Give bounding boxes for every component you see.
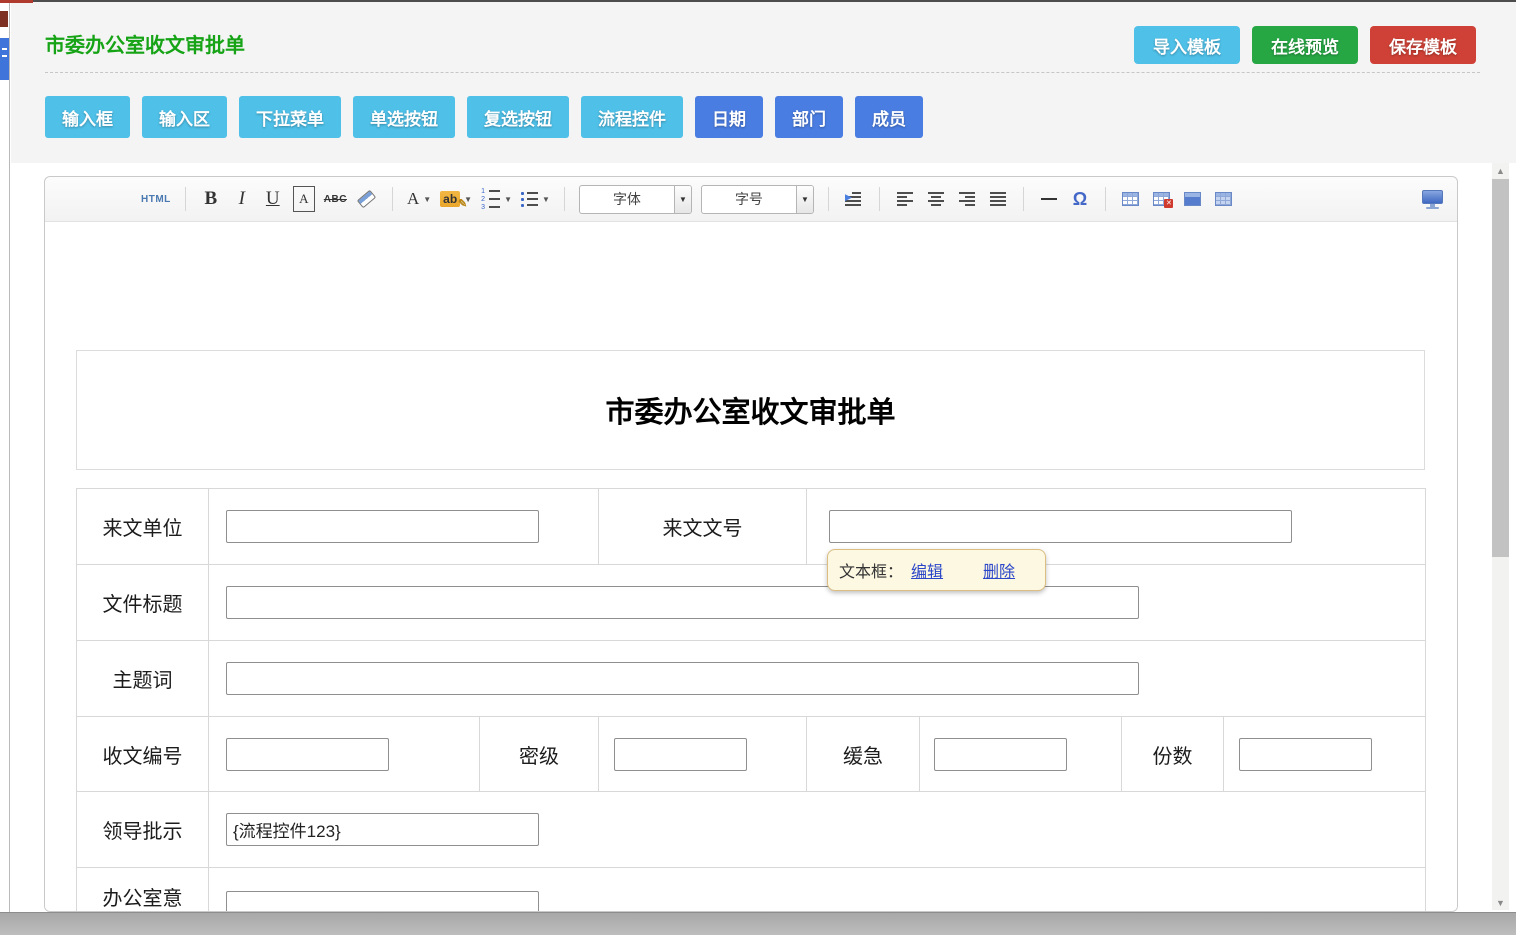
font-family-value: 字体 <box>580 186 674 213</box>
source-unit-label: 来文单位 <box>77 489 209 565</box>
online-preview-button[interactable]: 在线预览 <box>1252 26 1358 64</box>
table-properties-icon[interactable] <box>1182 186 1204 212</box>
page-title: 市委办公室收文审批单 <box>45 29 245 58</box>
strikethrough-icon[interactable]: ABC <box>324 186 347 212</box>
table-row: 领导批示 <box>77 792 1426 868</box>
scroll-down-icon[interactable]: ▼ <box>1492 895 1509 910</box>
vertical-scrollbar[interactable]: ▲ ▼ <box>1492 163 1509 910</box>
urgency-label: 缓急 <box>807 717 920 792</box>
eraser-icon[interactable] <box>356 186 378 212</box>
leader-instructions-input[interactable] <box>226 813 539 846</box>
control-input-area-button[interactable]: 输入区 <box>142 96 227 138</box>
page: 市委办公室收文审批单 导入模板 在线预览 保存模板 输入框 输入区 下拉菜单 单… <box>0 0 1516 935</box>
window-top-edge <box>0 0 1516 2</box>
control-date-button[interactable]: 日期 <box>695 96 763 138</box>
edit-field-link[interactable]: 编辑 <box>911 558 943 582</box>
control-dropdown-button[interactable]: 下拉菜单 <box>239 96 341 138</box>
toolbar-separator <box>564 187 565 211</box>
copies-input[interactable] <box>1239 738 1372 771</box>
subject-words-input[interactable] <box>226 662 1139 695</box>
control-member-button[interactable]: 成员 <box>855 96 923 138</box>
control-radio-button[interactable]: 单选按钮 <box>353 96 455 138</box>
field-tooltip: 文本框： 编辑 删除 <box>827 549 1046 591</box>
import-template-button[interactable]: 导入模板 <box>1134 26 1240 64</box>
background-fragment-blue <box>0 38 9 80</box>
delete-table-icon[interactable] <box>1151 186 1173 212</box>
source-number-label: 来文文号 <box>599 489 807 565</box>
secrecy-input[interactable] <box>614 738 747 771</box>
bold-icon[interactable]: B <box>200 186 222 212</box>
scroll-up-icon[interactable]: ▲ <box>1492 163 1509 178</box>
horizontal-rule-icon[interactable] <box>1038 186 1060 212</box>
rich-text-editor: HTML B I U A ABC A▼ ab✎▼ 1 2 3 ▼ <box>44 176 1458 912</box>
office-opinion-label: 办公室意 <box>77 868 209 913</box>
toolbar-separator <box>828 187 829 211</box>
dashed-separator <box>45 72 1480 73</box>
bottom-window-edge <box>0 912 1516 935</box>
chevron-down-icon[interactable]: ▼ <box>674 186 691 213</box>
file-title-label: 文件标题 <box>77 565 209 641</box>
control-checkbox-button[interactable]: 复选按钮 <box>467 96 569 138</box>
tooltip-prefix: 文本框： <box>839 558 903 582</box>
html-source-icon[interactable]: HTML <box>141 186 171 212</box>
document-title-box: 市委办公室收文审批单 <box>76 350 1425 470</box>
receipt-no-label: 收文编号 <box>77 717 209 792</box>
italic-icon[interactable]: I <box>231 186 253 212</box>
receipt-no-input[interactable] <box>226 738 389 771</box>
table-row: 办公室意 <box>77 868 1426 913</box>
toolbar-separator <box>1105 187 1106 211</box>
source-unit-input[interactable] <box>226 510 539 543</box>
secrecy-label: 密级 <box>480 717 599 792</box>
font-color-icon[interactable]: A▼ <box>407 186 431 212</box>
toolbar-separator <box>1023 187 1024 211</box>
editor-toolbar: HTML B I U A ABC A▼ ab✎▼ 1 2 3 ▼ <box>45 177 1457 222</box>
inline-style-icon[interactable]: A <box>293 186 315 212</box>
copies-label: 份数 <box>1122 717 1224 792</box>
table-row: 主题词 <box>77 641 1426 717</box>
cell-properties-icon[interactable] <box>1213 186 1235 212</box>
delete-field-link[interactable]: 删除 <box>983 558 1015 582</box>
indent-icon[interactable]: ▶ <box>843 186 865 212</box>
special-character-icon[interactable]: Ω <box>1069 186 1091 212</box>
editor-content[interactable]: 市委办公室收文审批单 来文单位 来文文号 文件标题 主 <box>45 222 1457 912</box>
control-palette: 输入框 输入区 下拉菜单 单选按钮 复选按钮 流程控件 日期 部门 成员 <box>45 96 923 138</box>
document-title: 市委办公室收文审批单 <box>605 389 895 431</box>
left-background-sliver <box>0 0 10 935</box>
subject-words-label: 主题词 <box>77 641 209 717</box>
control-department-button[interactable]: 部门 <box>775 96 843 138</box>
align-center-icon[interactable] <box>925 186 947 212</box>
insert-table-icon[interactable] <box>1120 186 1142 212</box>
header-panel: 市委办公室收文审批单 导入模板 在线预览 保存模板 输入框 输入区 下拉菜单 单… <box>11 2 1516 163</box>
font-size-select[interactable]: 字号 ▼ <box>701 185 814 214</box>
window-top-edge-accent <box>0 0 33 3</box>
toolbar-separator <box>392 187 393 211</box>
toolbar-separator <box>185 187 186 211</box>
table-row: 来文单位 来文文号 <box>77 489 1426 565</box>
template-actions: 导入模板 在线预览 保存模板 <box>1134 26 1476 64</box>
unordered-list-icon[interactable]: ▼ <box>521 186 550 212</box>
highlight-icon[interactable]: ab✎▼ <box>440 186 472 212</box>
save-template-button[interactable]: 保存模板 <box>1370 26 1476 64</box>
ordered-list-icon[interactable]: 1 2 3 ▼ <box>481 186 512 212</box>
underline-icon[interactable]: U <box>262 186 284 212</box>
control-flow-widget-button[interactable]: 流程控件 <box>581 96 683 138</box>
table-row: 收文编号 密级 缓急 份数 <box>77 717 1426 792</box>
align-left-icon[interactable] <box>894 186 916 212</box>
form-table: 来文单位 来文文号 文件标题 主题词 收文编号 密级 <box>76 488 1426 912</box>
font-family-select[interactable]: 字体 ▼ <box>579 185 692 214</box>
toolbar-separator <box>879 187 880 211</box>
leader-instructions-label: 领导批示 <box>77 792 209 868</box>
scrollbar-thumb[interactable] <box>1492 179 1509 557</box>
urgency-input[interactable] <box>934 738 1067 771</box>
control-input-box-button[interactable]: 输入框 <box>45 96 130 138</box>
align-right-icon[interactable] <box>956 186 978 212</box>
table-row: 文件标题 <box>77 565 1426 641</box>
justify-icon[interactable] <box>987 186 1009 212</box>
chevron-down-icon[interactable]: ▼ <box>796 186 813 213</box>
background-fragment-red <box>0 11 8 27</box>
office-opinion-input[interactable] <box>226 891 539 912</box>
source-number-input[interactable] <box>829 510 1292 543</box>
font-size-value: 字号 <box>702 186 796 213</box>
fullscreen-monitor-icon[interactable] <box>1422 190 1443 209</box>
